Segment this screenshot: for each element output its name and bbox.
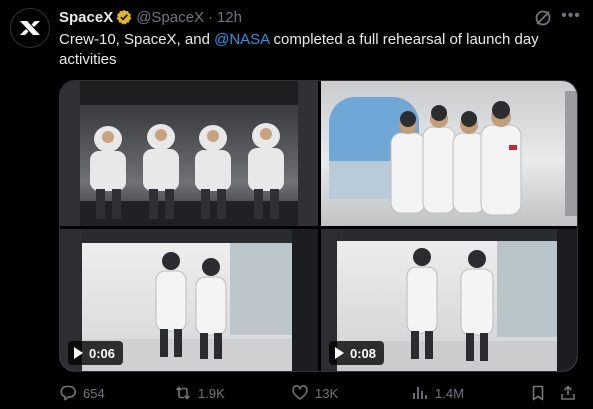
- tweet-action-bar: 654 1.9K 13K 1.4M: [59, 378, 579, 408]
- repost-button[interactable]: 1.9K: [174, 378, 225, 408]
- crew-seated-in-capsule-icon: [60, 81, 318, 226]
- repost-icon: [175, 386, 191, 400]
- more-options-icon[interactable]: •••: [561, 6, 581, 26]
- media-image-crew-posing[interactable]: [321, 81, 577, 226]
- media-video-walkway-2[interactable]: 0:08: [321, 229, 577, 371]
- mention-link[interactable]: @NASA: [214, 31, 269, 48]
- reply-count: 654: [83, 385, 105, 401]
- header-separator: ·: [207, 8, 213, 26]
- video-duration-badge[interactable]: 0:08: [329, 341, 385, 365]
- tweet-header: SpaceX @SpaceX · 12h: [59, 8, 242, 26]
- media-video-walkway-1[interactable]: 0:06: [60, 229, 318, 371]
- media-grid: 0:06 0:08: [59, 80, 578, 372]
- grok-icon[interactable]: [533, 8, 553, 28]
- share-button[interactable]: [559, 378, 577, 408]
- tweet-timestamp[interactable]: 12h: [217, 9, 242, 26]
- like-count: 13K: [315, 385, 339, 401]
- reply-button[interactable]: 654: [59, 378, 105, 408]
- play-icon: [335, 347, 344, 359]
- video-duration: 0:06: [89, 345, 116, 361]
- author-handle[interactable]: @SpaceX: [136, 9, 204, 26]
- analytics-icon: [413, 387, 427, 399]
- bookmark-button[interactable]: [529, 378, 547, 408]
- author-name[interactable]: SpaceX: [59, 9, 113, 26]
- reply-icon: [60, 385, 76, 401]
- video-duration: 0:08: [350, 345, 377, 361]
- crew-posing-by-window-icon: [329, 91, 577, 216]
- share-icon: [561, 385, 575, 400]
- like-button[interactable]: 13K: [291, 378, 338, 408]
- author-avatar[interactable]: [10, 8, 50, 48]
- spacex-logo-icon: [20, 21, 40, 35]
- view-count: 1.4M: [435, 385, 464, 401]
- tweet-text-part: Crew-10, SpaceX, and: [59, 31, 215, 48]
- media-image-crew-seated[interactable]: [60, 81, 318, 226]
- views-button[interactable]: 1.4M: [411, 378, 464, 408]
- play-icon: [74, 347, 83, 359]
- heart-icon: [292, 385, 308, 400]
- tweet-text: Crew-10, SpaceX, and @NASA completed a f…: [59, 30, 574, 70]
- verified-badge-icon[interactable]: [116, 9, 132, 25]
- bookmark-icon: [532, 385, 544, 401]
- repost-count: 1.9K: [198, 385, 225, 401]
- video-duration-badge[interactable]: 0:06: [68, 341, 124, 365]
